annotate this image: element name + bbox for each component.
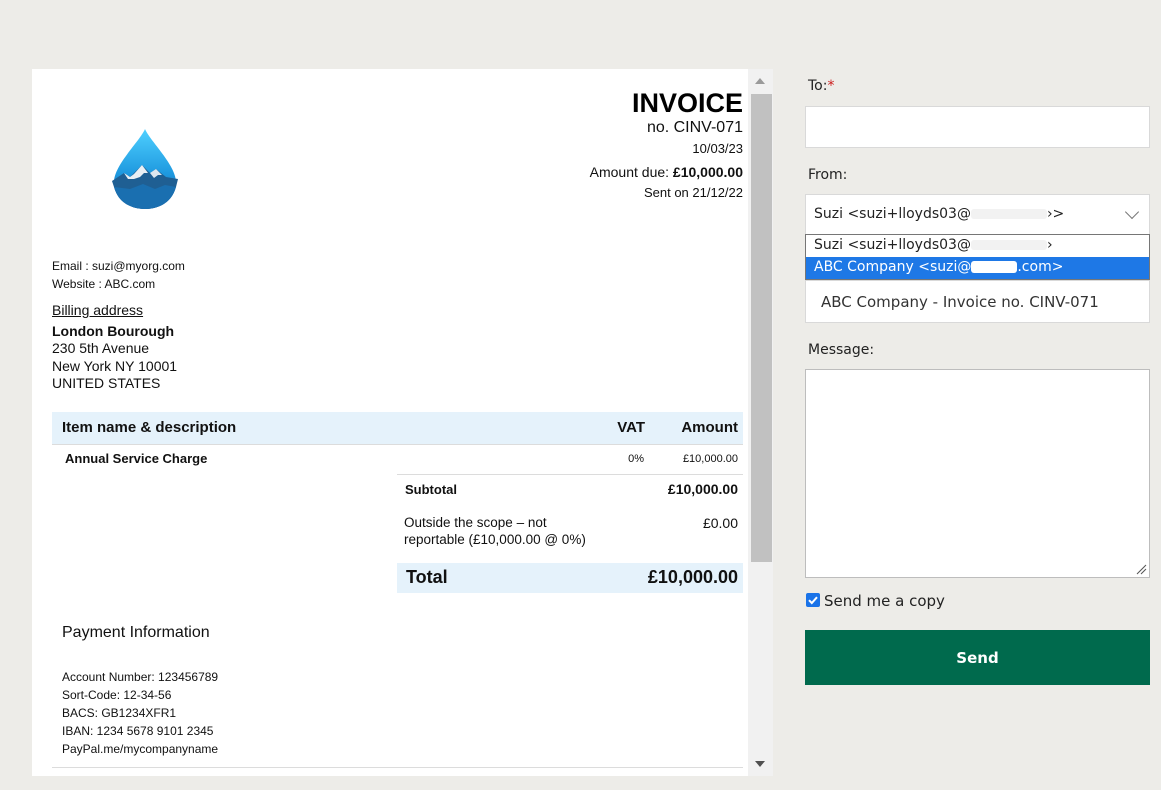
payment-info-lines: Account Number: 123456789 Sort-Code: 12-… — [62, 668, 218, 758]
payment-line: Account Number: 123456789 — [62, 670, 219, 684]
billing-line: 230 5th Avenue — [52, 340, 150, 356]
scroll-thumb[interactable] — [751, 94, 772, 562]
to-label-text: To: — [808, 78, 828, 94]
to-label: To:* — [808, 78, 834, 94]
vat-scope-value: £0.00 — [702, 515, 738, 531]
send-button[interactable]: Send — [805, 630, 1150, 685]
vat-scope-label: Outside the scope – not reportable (£10,… — [404, 515, 586, 547]
billing-line: UNITED STATES — [52, 375, 161, 391]
payment-line: PayPal.me/mycompanyname — [62, 742, 219, 756]
contact-email: Email : suzi@myorg.com — [52, 259, 185, 273]
from-option-start: Suzi <suzi+lloyds03@ — [814, 237, 971, 253]
to-input[interactable] — [805, 106, 1150, 148]
redaction — [970, 209, 1047, 219]
redaction — [971, 261, 1018, 273]
from-select[interactable]: Suzi <suzi+lloyds03@ ›> — [805, 194, 1150, 236]
table-row-vat: 0% — [628, 453, 644, 465]
from-value-end: ›> — [1046, 206, 1065, 222]
billing-address-label: Billing address — [52, 302, 144, 318]
billing-address-lines: 230 5th Avenue New York NY 10001 UNITED … — [52, 340, 177, 393]
from-dropdown-list: Suzi <suzi+lloyds03@ › ABC Company <suzi@… — [805, 234, 1150, 280]
total-value: £10,000.00 — [647, 567, 738, 587]
checkmark-icon — [808, 596, 818, 605]
send-copy-checkbox[interactable] — [806, 593, 820, 607]
header-amount: Amount — [681, 419, 738, 436]
resize-handle-icon[interactable] — [1135, 563, 1147, 575]
from-option-selected[interactable]: ABC Company <suzi@ .com> — [806, 257, 1149, 279]
header-item: Item name & description — [62, 419, 237, 436]
required-marker: * — [827, 78, 835, 94]
payment-line: Sort-Code: 12-34-56 — [62, 688, 172, 702]
payment-line: BACS: GB1234XFR1 — [62, 706, 177, 720]
table-row-amount: £10,000.00 — [682, 453, 738, 465]
from-option[interactable]: Suzi <suzi+lloyds03@ › — [806, 235, 1149, 257]
from-label: From: — [808, 167, 848, 183]
items-table-header: Item name & description VAT Amount — [52, 412, 743, 444]
scroll-up-arrow-icon[interactable] — [755, 78, 765, 84]
redaction — [970, 240, 1047, 250]
invoice-title: INVOICE — [631, 88, 743, 118]
contact-info: Email : suzi@myorg.com Website : ABC.com — [52, 257, 185, 293]
message-textarea[interactable] — [805, 369, 1150, 578]
from-option-start: ABC Company <suzi@ — [814, 259, 972, 275]
header-vat: VAT — [617, 419, 645, 436]
contact-website: Website : ABC.com — [52, 277, 156, 291]
table-row-item-name: Annual Service Charge — [65, 451, 208, 466]
total-row: Total £10,000.00 — [397, 563, 743, 593]
subtotal-value: £10,000.00 — [667, 481, 738, 497]
subject-value: ABC Company - Invoice no. CINV-071 — [821, 293, 1099, 311]
from-option-end: .com> — [1017, 259, 1064, 275]
from-value-start: Suzi <suzi+lloyds03@ — [814, 206, 971, 222]
invoice-preview: INVOICE no. CINV-071 10/03/23 Amount due… — [32, 69, 748, 776]
message-label: Message: — [808, 342, 875, 358]
send-copy-label[interactable]: Send me a copy — [824, 592, 945, 610]
divider — [397, 474, 743, 475]
amount-due-label: Amount due: — [589, 164, 670, 180]
billing-name: London Bourough — [52, 323, 175, 339]
chevron-down-icon — [1124, 204, 1140, 220]
amount-due-value: £10,000.00 — [672, 164, 743, 180]
sent-on-date: Sent on 21/12/22 — [643, 185, 743, 200]
from-option-end: › — [1046, 237, 1053, 253]
invoice-date: 10/03/23 — [692, 141, 743, 156]
payment-info-title: Payment Information — [62, 624, 210, 641]
invoice-number: no. CINV-071 — [646, 119, 743, 136]
total-label: Total — [406, 567, 448, 587]
payment-line: IBAN: 1234 5678 9101 2345 — [62, 724, 214, 738]
divider — [52, 767, 743, 768]
subtotal-label: Subtotal — [405, 482, 457, 497]
divider — [52, 444, 743, 445]
water-drop-mountain-icon — [112, 129, 178, 209]
subject-input[interactable]: ABC Company - Invoice no. CINV-071 — [805, 280, 1150, 323]
preview-scrollbar[interactable] — [748, 69, 773, 776]
from-selected-value: Suzi <suzi+lloyds03@ ›> — [814, 206, 1064, 222]
billing-line: New York NY 10001 — [52, 357, 178, 374]
amount-due: Amount due: £10,000.00 — [590, 164, 743, 180]
scroll-down-arrow-icon[interactable] — [755, 761, 765, 767]
